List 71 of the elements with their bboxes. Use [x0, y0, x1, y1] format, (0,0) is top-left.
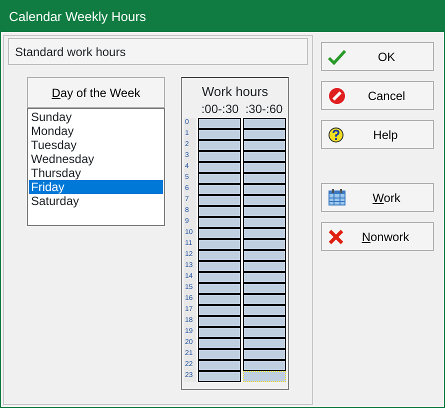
time-slot[interactable]	[243, 305, 286, 316]
day-list[interactable]: Sunday Monday Tuesday Wednesday Thursday Friday Saturday	[27, 108, 165, 226]
time-slot[interactable]	[243, 118, 286, 129]
time-slot[interactable]	[198, 250, 241, 261]
time-slot[interactable]	[243, 228, 286, 239]
time-slot[interactable]	[198, 338, 241, 349]
time-slot[interactable]	[198, 129, 241, 140]
time-slot[interactable]	[243, 195, 286, 206]
time-slot[interactable]	[198, 305, 241, 316]
time-slot[interactable]	[198, 316, 241, 327]
cancel-button[interactable]: Cancel	[321, 81, 434, 110]
list-item[interactable]: Thursday	[29, 166, 163, 180]
time-slot[interactable]	[243, 349, 286, 360]
list-item[interactable]: Saturday	[29, 194, 163, 208]
time-slot[interactable]	[198, 173, 241, 184]
nonwork-button[interactable]: Nonwork	[321, 222, 434, 251]
time-slot[interactable]	[243, 129, 286, 140]
column-header: :00-:30	[200, 100, 240, 118]
time-slot[interactable]	[243, 173, 286, 184]
time-slot[interactable]	[243, 283, 286, 294]
time-slot[interactable]	[198, 184, 241, 195]
ok-button[interactable]: OK	[321, 42, 434, 71]
close-icon	[328, 228, 344, 244]
time-slot[interactable]	[198, 349, 241, 360]
section-title: Standard work hours	[8, 38, 308, 65]
time-slot[interactable]	[198, 371, 241, 382]
time-slot[interactable]	[243, 206, 286, 217]
time-slot[interactable]	[243, 162, 286, 173]
list-item[interactable]: Sunday	[29, 110, 163, 124]
time-slot[interactable]	[198, 140, 241, 151]
time-slot[interactable]	[198, 217, 241, 228]
list-item[interactable]: Tuesday	[29, 138, 163, 152]
time-slot[interactable]	[198, 272, 241, 283]
time-slot[interactable]	[243, 316, 286, 327]
time-slot[interactable]	[198, 327, 241, 338]
time-slot[interactable]	[243, 217, 286, 228]
window-title: Calendar Weekly Hours	[1, 1, 444, 32]
list-item[interactable]: Monday	[29, 124, 163, 138]
time-slot[interactable]	[243, 360, 286, 371]
time-slot[interactable]	[198, 239, 241, 250]
time-slot[interactable]	[243, 261, 286, 272]
time-slot[interactable]	[243, 151, 286, 162]
time-slot[interactable]	[198, 162, 241, 173]
list-item[interactable]: Wednesday	[29, 152, 163, 166]
column-header: :30-:60	[244, 100, 284, 118]
time-slot[interactable]	[243, 272, 286, 283]
column-header-button[interactable]: Day of the Week	[27, 77, 165, 108]
calendar-icon	[328, 189, 346, 206]
time-slot[interactable]	[198, 283, 241, 294]
help-button[interactable]: Help	[321, 120, 434, 149]
work-button[interactable]: Work	[321, 183, 434, 212]
time-slot[interactable]	[198, 294, 241, 305]
time-slot[interactable]	[198, 228, 241, 239]
time-slot[interactable]	[243, 239, 286, 250]
checkmark-icon	[328, 48, 346, 64]
time-slot[interactable]	[243, 338, 286, 349]
time-slot[interactable]	[198, 360, 241, 371]
time-slot[interactable]	[243, 294, 286, 305]
time-slot[interactable]	[243, 250, 286, 261]
time-slot[interactable]	[243, 140, 286, 151]
no-entry-icon	[328, 86, 346, 104]
time-slot[interactable]	[198, 261, 241, 272]
time-slot[interactable]	[243, 184, 286, 195]
list-item[interactable]: Friday	[29, 180, 163, 194]
time-slot[interactable]	[198, 118, 241, 129]
time-slot[interactable]	[198, 151, 241, 162]
time-slot[interactable]	[198, 195, 241, 206]
time-slot[interactable]	[243, 327, 286, 338]
time-slot[interactable]	[198, 206, 241, 217]
panel-title: Work hours	[200, 83, 270, 99]
help-icon	[328, 126, 344, 142]
